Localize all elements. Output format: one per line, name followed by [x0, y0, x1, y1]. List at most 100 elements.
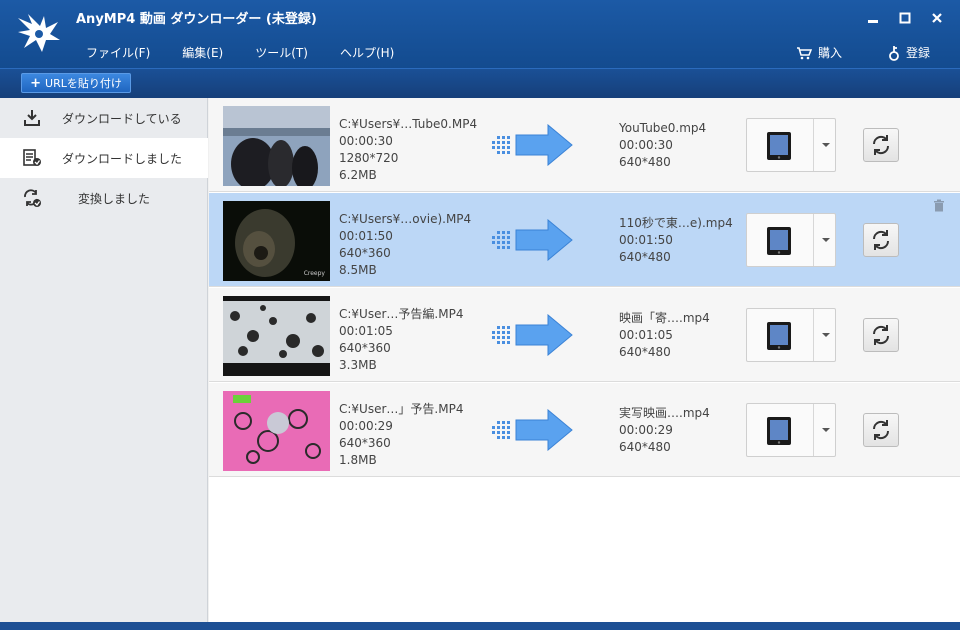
progress-dots-icon: [492, 231, 510, 249]
key-icon: [889, 45, 899, 61]
converted-icon: [24, 189, 41, 207]
output-name: YouTube0.mp4: [619, 121, 707, 135]
close-button[interactable]: [924, 8, 950, 28]
source-resolution: 1280*720: [339, 151, 399, 165]
chevron-down-icon: [822, 333, 830, 337]
output-info: 110秒で東…e).mp4 00:01:50 640*480: [619, 215, 733, 266]
header-actions: 購入 登録: [796, 44, 930, 61]
thumbnail-caption: Creepy: [303, 270, 325, 277]
source-path: C:¥User…」予告.MP4: [339, 402, 464, 416]
output-info: 実写映画….mp4 00:00:29 640*480: [619, 405, 710, 456]
dark-thumbnail-image: [223, 201, 330, 281]
close-icon: [932, 13, 942, 23]
table-row[interactable]: C:¥User…予告編.MP4 00:01:05 640*360 3.3MB 映…: [209, 288, 960, 382]
video-thumbnail[interactable]: [223, 296, 330, 376]
output-device-select[interactable]: [746, 118, 836, 172]
source-duration: 00:01:50: [339, 229, 393, 243]
title-bar: AnyMP4 動画 ダウンローダー (未登録) ファイル(F) 編集(E) ツー…: [0, 0, 960, 68]
output-device-select[interactable]: [746, 403, 836, 457]
convert-button[interactable]: [863, 318, 899, 352]
menu-file[interactable]: ファイル(F): [70, 40, 166, 64]
status-bar: [0, 622, 960, 630]
source-duration: 00:00:30: [339, 134, 393, 148]
menu-bar: ファイル(F) 編集(E) ツール(T) ヘルプ(H): [70, 40, 410, 64]
output-name: 実写映画….mp4: [619, 406, 710, 420]
maximize-button[interactable]: [892, 8, 918, 28]
convert-button[interactable]: [863, 128, 899, 162]
output-device-select[interactable]: [746, 308, 836, 362]
source-resolution: 640*360: [339, 246, 391, 260]
source-info: C:¥Users¥…Tube0.MP4 00:00:30 1280*720 6.…: [339, 116, 477, 184]
output-duration: 00:01:05: [619, 328, 673, 342]
arrow-right-icon: [515, 124, 573, 166]
arrow-right-icon: [515, 409, 573, 451]
video-thumbnail[interactable]: Creepy: [223, 201, 330, 281]
table-row[interactable]: C:¥User…」予告.MP4 00:00:29 640*360 1.8MB 実…: [209, 383, 960, 477]
output-info: 映画「寄….mp4 00:01:05 640*480: [619, 310, 710, 361]
maximize-icon: [899, 12, 911, 24]
output-resolution: 640*480: [619, 250, 671, 264]
tablet-icon: [767, 227, 791, 255]
menu-help[interactable]: ヘルプ(H): [324, 40, 410, 64]
output-name: 110秒で東…e).mp4: [619, 216, 733, 230]
download-icon: [24, 110, 40, 126]
paste-url-label: URLを貼り付け: [45, 77, 122, 90]
source-duration: 00:00:29: [339, 419, 393, 433]
arrow-right-icon: [515, 314, 573, 356]
output-info: YouTube0.mp4 00:00:30 640*480: [619, 120, 706, 171]
output-duration: 00:00:30: [619, 138, 673, 152]
register-button[interactable]: 登録: [888, 44, 930, 61]
chevron-down-icon: [822, 143, 830, 147]
video-thumbnail[interactable]: [223, 391, 330, 471]
menu-tools[interactable]: ツール(T): [239, 40, 324, 64]
convert-button[interactable]: [863, 413, 899, 447]
minimize-button[interactable]: [860, 8, 886, 28]
video-list: C:¥Users¥…Tube0.MP4 00:00:30 1280*720 6.…: [209, 98, 960, 622]
source-info: C:¥User…」予告.MP4 00:00:29 640*360 1.8MB: [339, 401, 463, 469]
menu-edit[interactable]: 編集(E): [166, 40, 239, 64]
buy-button[interactable]: 購入: [796, 44, 842, 61]
cart-icon: [796, 46, 812, 59]
register-label: 登録: [905, 46, 930, 60]
source-size: 3.3MB: [339, 358, 377, 372]
trash-icon[interactable]: [933, 199, 945, 212]
refresh-icon: [872, 230, 890, 250]
output-name: 映画「寄….mp4: [619, 311, 710, 325]
snow-thumbnail-image: [223, 296, 330, 376]
downloaded-list-icon: [23, 149, 41, 166]
convert-button[interactable]: [863, 223, 899, 257]
source-duration: 00:01:05: [339, 324, 393, 338]
table-row-selected[interactable]: Creepy C:¥Users¥…ovie).MP4 00:01:50 640*…: [209, 193, 960, 287]
output-device-select[interactable]: [746, 213, 836, 267]
chevron-down-icon: [822, 428, 830, 432]
refresh-icon: [872, 420, 890, 440]
refresh-icon: [872, 325, 890, 345]
source-size: 1.8MB: [339, 453, 377, 467]
tablet-icon: [767, 132, 791, 160]
tablet-icon: [767, 417, 791, 445]
sidebar-item-downloaded[interactable]: ダウンロードしました: [0, 138, 208, 178]
tablet-icon: [767, 322, 791, 350]
output-duration: 00:00:29: [619, 423, 673, 437]
sidebar-label-converted: 変換しました: [78, 191, 151, 206]
output-resolution: 640*480: [619, 155, 671, 169]
pink-thumbnail-image: [223, 391, 330, 471]
progress-dots-icon: [492, 326, 510, 344]
source-resolution: 640*360: [339, 341, 391, 355]
minimize-icon: [868, 20, 878, 23]
output-resolution: 640*480: [619, 440, 671, 454]
sidebar-item-downloading[interactable]: ダウンロードしている: [0, 98, 208, 138]
source-path: C:¥Users¥…ovie).MP4: [339, 212, 472, 226]
video-thumbnail[interactable]: [223, 106, 330, 186]
chevron-down-icon: [822, 238, 830, 242]
refresh-icon: [872, 135, 890, 155]
sidebar-label-downloaded: ダウンロードしました: [62, 151, 183, 166]
table-row[interactable]: C:¥Users¥…Tube0.MP4 00:00:30 1280*720 6.…: [209, 98, 960, 192]
sidebar-label-downloading: ダウンロードしている: [62, 111, 182, 126]
output-resolution: 640*480: [619, 345, 671, 359]
source-size: 6.2MB: [339, 168, 377, 182]
sidebar-item-converted[interactable]: 変換しました: [0, 178, 208, 218]
sidebar: ダウンロードしている ダウンロードしました 変換しました: [0, 98, 208, 622]
buy-label: 購入: [817, 46, 842, 60]
paste-url-button[interactable]: + URLを貼り付け: [21, 73, 131, 93]
